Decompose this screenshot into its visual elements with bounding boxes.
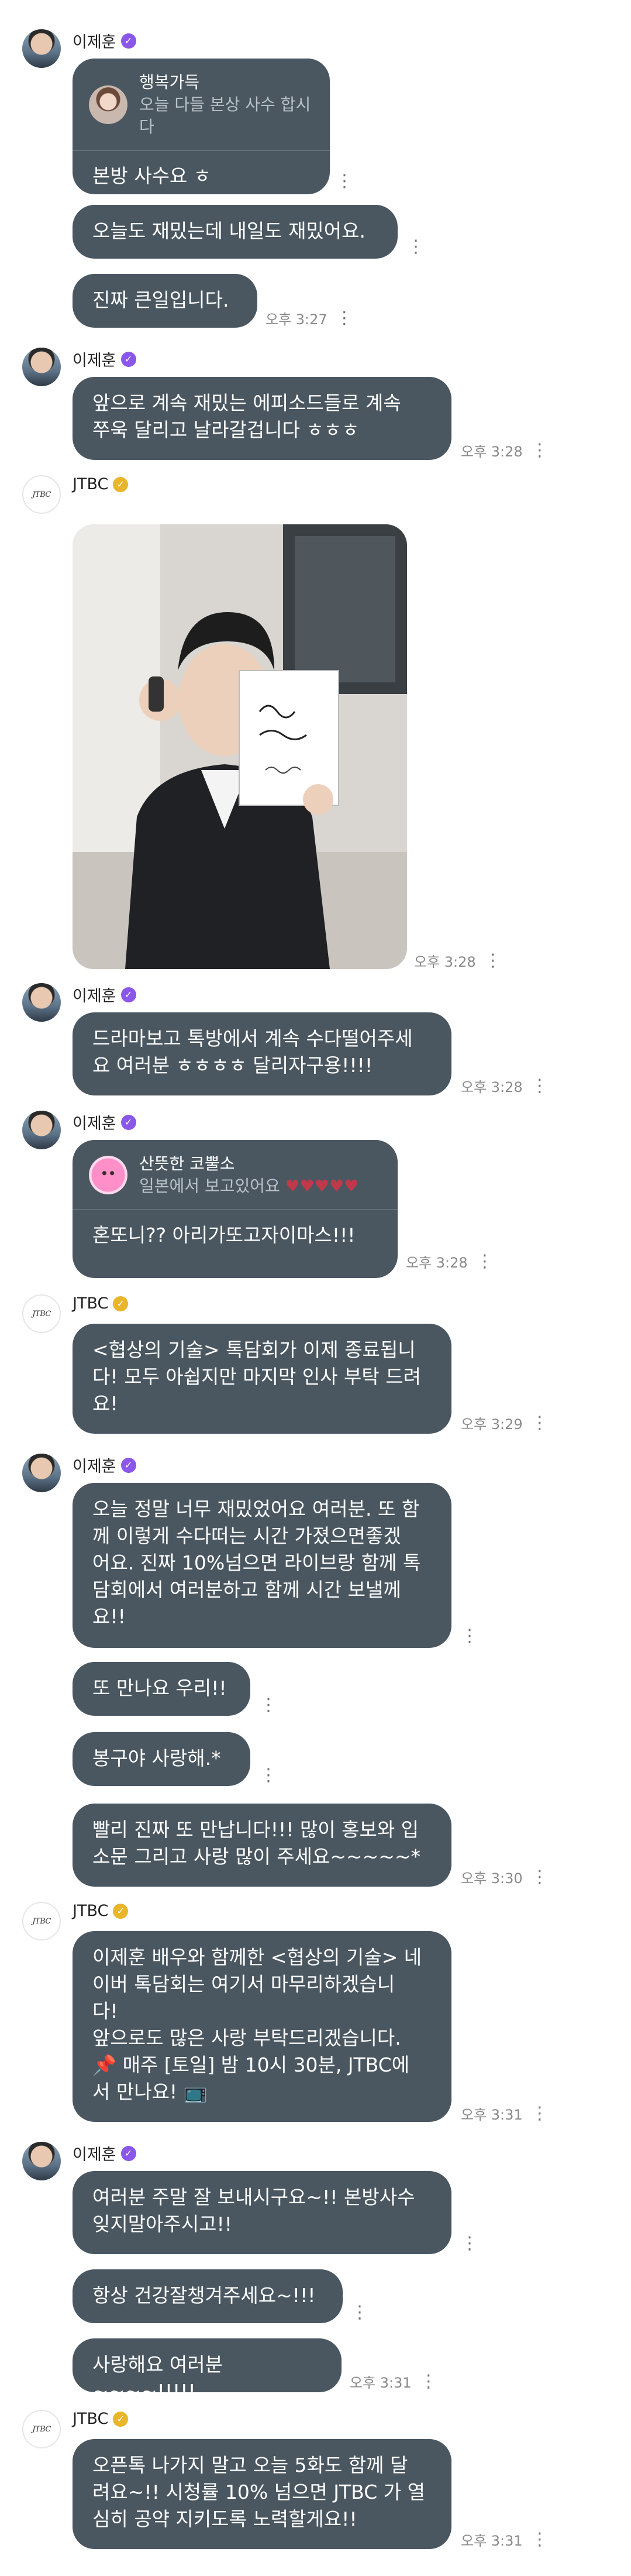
more-vertical-icon[interactable]: ⋮	[461, 1626, 478, 1646]
more-vertical-icon[interactable]: ⋮	[531, 2104, 549, 2122]
message-time: 오후 3:28 ⋮	[461, 439, 549, 461]
more-vertical-icon[interactable]: ⋮	[420, 2372, 437, 2390]
verified-badge-icon: ✓	[120, 987, 136, 1002]
sender-name: 이제훈 ✓	[73, 29, 136, 52]
avatar[interactable]	[22, 983, 61, 1022]
photo-message[interactable]	[73, 524, 407, 969]
sender-name: JTBC ✓	[73, 475, 129, 493]
more-vertical-icon[interactable]: ⋮	[476, 1252, 494, 1270]
verified-badge-icon: ✓	[113, 2411, 129, 2427]
message-bubble[interactable]: 진짜 큰일입니다.	[73, 274, 257, 328]
verified-badge-icon: ✓	[113, 1296, 129, 1311]
reply-message-bubble[interactable]: 산뜻한 코뿔소 일본에서 보고있어요 ♥♥♥♥♥ 혼또니?? 아리가또고자이마스…	[73, 1140, 398, 1278]
sender-name: 이제훈 ✓	[73, 983, 136, 1006]
message-bubble[interactable]: 항상 건강잘챙겨주세요~!!!	[73, 2269, 343, 2323]
reply-quote-text: 오늘 다들 본상 사수 합시다	[139, 95, 311, 136]
message-time: 오후 3:28 ⋮	[406, 1251, 494, 1272]
avatar[interactable]	[22, 348, 61, 386]
reply-quote[interactable]: 산뜻한 코뿔소 일본에서 보고있어요 ♥♥♥♥♥	[73, 1140, 398, 1210]
reply-message-bubble[interactable]: 행복가득 오늘 다들 본상 사수 합시다 본방 사수요 ㅎ	[73, 59, 330, 194]
jtbc-logo: JTBC	[32, 2424, 51, 2434]
more-vertical-icon[interactable]: ⋮	[336, 171, 353, 191]
more-vertical-icon[interactable]: ⋮	[351, 2302, 368, 2323]
message-time: 오후 3:29 ⋮	[461, 1412, 549, 1433]
more-vertical-icon[interactable]: ⋮	[407, 236, 425, 257]
reply-author: 행복가득	[139, 73, 200, 92]
jtbc-logo: JTBC	[32, 1916, 51, 1926]
sender-name: JTBC ✓	[73, 2410, 129, 2428]
more-vertical-icon[interactable]: ⋮	[531, 1077, 549, 1095]
verified-badge-icon: ✓	[113, 1903, 129, 1919]
message-time: 오후 3:31 ⋮	[461, 2529, 549, 2550]
message-bubble[interactable]: 빨리 진짜 또 만납니다!!! 많이 홍보와 입 소문 그리고 사랑 많이 주세…	[73, 1804, 451, 1887]
more-vertical-icon[interactable]: ⋮	[531, 2530, 549, 2548]
reply-quote[interactable]: 행복가득 오늘 다들 본상 사수 합시다	[73, 59, 330, 151]
message-bubble[interactable]: 오픈톡 나가지 말고 오늘 5화도 함께 달 려요~!! 시청률 10% 넘으면…	[73, 2439, 451, 2549]
verified-badge-icon: ✓	[120, 33, 136, 49]
reply-avatar	[89, 1156, 127, 1194]
jtbc-logo: JTBC	[32, 1309, 51, 1318]
message-time: 오후 3:28 ⋮	[461, 1075, 549, 1096]
more-vertical-icon[interactable]: ⋮	[336, 309, 353, 327]
avatar[interactable]	[22, 29, 61, 68]
message-bubble[interactable]: 또 만나요 우리!!	[73, 1662, 250, 1716]
avatar[interactable]: JTBC	[22, 475, 61, 514]
message-bubble[interactable]: 봉구야 사랑해.*	[73, 1732, 250, 1786]
verified-badge-icon: ✓	[120, 1457, 136, 1473]
message-bubble[interactable]: <협상의 기술> 톡담회가 이제 종료됩니 다! 모두 아쉽지만 마지막 인사 …	[73, 1324, 451, 1434]
message-bubble[interactable]: 오늘 정말 너무 재밌었어요 여러분. 또 함 께 이렇게 수다떠는 시간 가졌…	[73, 1483, 451, 1648]
avatar[interactable]: JTBC	[22, 1294, 61, 1333]
more-vertical-icon[interactable]: ⋮	[461, 2233, 478, 2254]
reply-avatar	[89, 85, 127, 124]
message-time: 오후 3:30 ⋮	[461, 1866, 549, 1887]
message-bubble[interactable]: 오늘도 재밌는데 내일도 재밌어요.	[73, 205, 398, 259]
jtbc-logo: JTBC	[32, 490, 51, 499]
reply-quote-text: 일본에서 보고있어요 ♥♥♥♥♥	[139, 1176, 359, 1196]
sender-name: 이제훈 ✓	[73, 1454, 136, 1476]
more-vertical-icon[interactable]: ⋮	[260, 1695, 277, 1715]
message-time: 오후 3:27 ⋮	[265, 307, 353, 328]
message-bubble[interactable]: 드라마보고 톡방에서 계속 수다떨어주세 요 여러분 ㅎㅎㅎㅎ 달리자구용!!!…	[73, 1012, 451, 1095]
avatar[interactable]: JTBC	[22, 1902, 61, 1940]
sender-name: 이제훈 ✓	[73, 2142, 136, 2165]
sender-name: 이제훈 ✓	[73, 348, 136, 370]
avatar[interactable]	[22, 1111, 61, 1149]
more-vertical-icon[interactable]: ⋮	[484, 952, 502, 970]
more-vertical-icon[interactable]: ⋮	[260, 1765, 277, 1785]
reply-author: 산뜻한 코뿔소	[139, 1154, 235, 1173]
verified-badge-icon: ✓	[120, 2145, 136, 2161]
avatar[interactable]	[22, 1454, 61, 1492]
message-bubble[interactable]: 이제훈 배우와 함께한 <협상의 기술> 네 이버 톡담회는 여기서 마무리하겠…	[73, 1931, 451, 2122]
message-bubble[interactable]: 여러분 주말 잘 보내시구요~!! 본방사수 잊지말아주시고!!	[73, 2171, 451, 2254]
verified-badge-icon: ✓	[120, 351, 136, 367]
photo-image	[73, 524, 407, 969]
more-vertical-icon[interactable]: ⋮	[531, 1414, 549, 1432]
more-vertical-icon[interactable]: ⋮	[531, 441, 549, 459]
message-bubble[interactable]: 앞으로 계속 재밌는 에피소드들로 계속 쭈욱 달리고 날라갈겁니다 ㅎㅎㅎ	[73, 377, 451, 460]
avatar[interactable]: JTBC	[22, 2410, 61, 2448]
avatar[interactable]	[22, 2142, 61, 2180]
verified-badge-icon: ✓	[120, 1114, 136, 1130]
sender-name: JTBC ✓	[73, 1294, 129, 1313]
heart-icon: ♥♥♥♥♥	[285, 1176, 359, 1196]
message-bubble[interactable]: 사랑해요 여러분~~~~!!!!!	[73, 2338, 342, 2403]
more-vertical-icon[interactable]: ⋮	[531, 1868, 549, 1886]
verified-badge-icon: ✓	[113, 476, 129, 492]
message-time: 오후 3:31 ⋮	[461, 2103, 549, 2124]
message-time: 오후 3:28 ⋮	[414, 950, 502, 971]
sender-name: JTBC ✓	[73, 1902, 129, 1920]
sender-name: 이제훈 ✓	[73, 1111, 136, 1134]
message-text: 혼또니?? 아리가또고자이마스!!!	[92, 1224, 356, 1246]
message-text: 본방 사수요 ㅎ	[92, 164, 212, 187]
message-time: 오후 3:31 ⋮	[350, 2371, 437, 2392]
